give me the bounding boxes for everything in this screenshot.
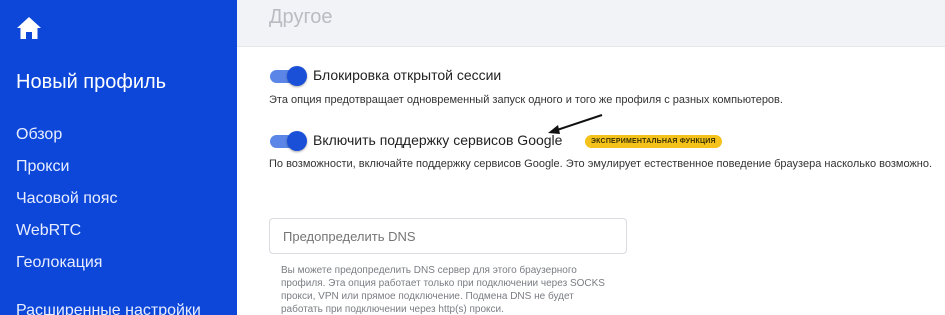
sidebar-item-timezone[interactable]: Часовой пояс xyxy=(16,190,117,208)
main-panel: Другое Блокировка открытой сессии Эта оп… xyxy=(237,0,945,315)
dns-input[interactable] xyxy=(269,218,627,254)
profile-title: Новый профиль xyxy=(16,71,167,93)
sidebar: Новый профиль Обзор Прокси Часовой пояс … xyxy=(0,0,237,315)
session-lock-description: Эта опция предотвращает одновременный за… xyxy=(269,94,783,106)
home-icon[interactable] xyxy=(16,16,42,40)
section-header: Другое xyxy=(237,0,945,47)
toggle-knob xyxy=(287,66,307,86)
section-title: Другое xyxy=(269,6,333,28)
session-lock-toggle[interactable] xyxy=(270,66,307,86)
google-services-description: По возможности, включайте поддержку серв… xyxy=(269,158,933,170)
sidebar-item-proxy[interactable]: Прокси xyxy=(16,158,69,176)
app-window: Новый профиль Обзор Прокси Часовой пояс … xyxy=(0,0,945,315)
toggle-knob xyxy=(287,131,307,151)
google-services-label: Включить поддержку сервисов Google xyxy=(313,132,563,148)
google-services-toggle[interactable] xyxy=(270,131,307,151)
annotation-arrow-icon xyxy=(548,114,603,134)
session-lock-label: Блокировка открытой сессии xyxy=(313,67,502,83)
sidebar-item-advanced[interactable]: Расширенные настройки xyxy=(16,302,201,315)
sidebar-item-webrtc[interactable]: WebRTC xyxy=(16,222,81,240)
sidebar-item-geolocation[interactable]: Геолокация xyxy=(16,254,102,272)
sidebar-item-overview[interactable]: Обзор xyxy=(16,126,62,144)
dns-hint: Вы можете предопределить DNS сервер для … xyxy=(281,265,605,315)
